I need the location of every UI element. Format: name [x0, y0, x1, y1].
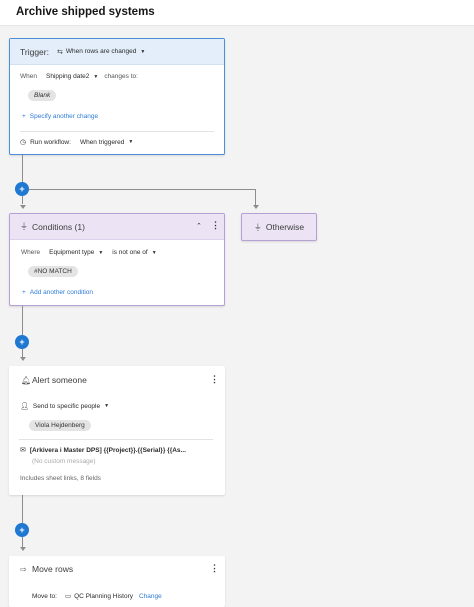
otherwise-label: Otherwise: [265, 222, 305, 232]
filter-icon: ⏚: [20, 222, 28, 231]
plus-icon: +: [22, 113, 26, 120]
where-label: Where: [21, 249, 41, 256]
alert-block[interactable]: 🔔︎ Alert someone ⋮ 👤︎ Send to specific p…: [9, 366, 225, 495]
workflow-canvas: Trigger: ⇆ When rows are changed ▼ When …: [0, 26, 474, 607]
divider: [20, 131, 214, 132]
add-condition-label[interactable]: Add another condition: [30, 289, 93, 296]
when-label: When: [20, 73, 37, 80]
specify-change-label[interactable]: Specify another change: [30, 113, 98, 120]
alert-title: Alert someone: [32, 375, 87, 385]
clock-icon: ◷: [20, 139, 27, 146]
chevron-down-icon[interactable]: ▼: [98, 250, 103, 256]
chevron-down-icon[interactable]: ▼: [104, 403, 109, 409]
arrow-down-icon: [19, 357, 26, 361]
add-step-button[interactable]: +: [15, 523, 29, 537]
message-placeholder: (No custom message): [32, 458, 96, 465]
branch-connector-down: [255, 189, 256, 205]
add-step-button[interactable]: +: [15, 182, 29, 196]
email-icon: ✉: [20, 447, 26, 454]
move-to-row: Move to: ▭ QC Planning History Change: [32, 592, 162, 601]
move-rows-icon: ⇨: [20, 565, 27, 574]
changes-to-label: changes to:: [104, 73, 138, 80]
move-to-label: Move to:: [32, 592, 57, 600]
trigger-label: Trigger:: [20, 46, 49, 57]
target-sheet-name: QC Planning History: [74, 592, 133, 600]
run-workflow-dropdown[interactable]: When triggered: [80, 139, 124, 146]
email-subject: [Arkivera i Master DPS] {{Project}}.{{Se…: [29, 446, 186, 454]
run-workflow-label: Run workflow:: [30, 138, 71, 146]
swap-icon: ⇆: [56, 48, 63, 56]
chevron-down-icon[interactable]: ▼: [93, 74, 98, 80]
change-sheet-link[interactable]: Change: [139, 593, 162, 600]
recipients-dropdown[interactable]: Send to specific people: [33, 403, 100, 410]
add-condition-link[interactable]: + Add another condition: [22, 289, 93, 296]
chevron-up-icon[interactable]: ⌃: [196, 222, 202, 230]
recipient-chip[interactable]: Viola Hejdenberg: [29, 420, 91, 431]
conditions-block[interactable]: ⏚ Conditions (1) ⌃ ⋮ Where Equipment typ…: [9, 213, 225, 306]
connector-line: [22, 495, 23, 547]
conditions-header: ⏚ Conditions (1) ⌃ ⋮: [10, 214, 224, 240]
branch-connector: [29, 189, 255, 190]
workflow-title: Archive shipped systems: [16, 6, 155, 18]
condition-value-chip[interactable]: #NO MATCH: [28, 266, 78, 277]
email-subject-row[interactable]: ✉ [Arkivera i Master DPS] {{Project}}.{{…: [20, 446, 186, 455]
more-options-icon[interactable]: ⋮: [210, 374, 219, 385]
arrow-down-icon: [19, 205, 26, 209]
specify-change-link[interactable]: + Specify another change: [22, 113, 98, 120]
trigger-event-dropdown[interactable]: When rows are changed: [66, 48, 136, 55]
move-rows-block[interactable]: ⇨ Move rows ⋮ Move to: ▭ QC Planning His…: [9, 556, 225, 607]
arrow-down-icon: [19, 547, 26, 551]
condition-field-dropdown[interactable]: Equipment type: [49, 249, 94, 256]
field-dropdown[interactable]: Shipping date2: [46, 73, 89, 80]
plus-icon: +: [22, 289, 26, 296]
more-options-icon[interactable]: ⋮: [211, 220, 220, 231]
chevron-down-icon[interactable]: ▼: [152, 250, 157, 256]
trigger-header: Trigger: ⇆ When rows are changed ▼: [10, 39, 224, 65]
run-workflow-row: ◷ Run workflow: When triggered ▼: [20, 138, 133, 147]
trigger-block[interactable]: Trigger: ⇆ When rows are changed ▼ When …: [9, 38, 225, 155]
connector-line: [22, 155, 23, 204]
move-rows-title: Move rows: [32, 564, 74, 574]
trigger-condition-row: When Shipping date2 ▼ changes to:: [20, 73, 138, 80]
condition-row: Where Equipment type ▼ is not one of ▼: [21, 249, 157, 256]
connector-line: [22, 306, 23, 357]
more-options-icon[interactable]: ⋮: [210, 563, 219, 574]
otherwise-block[interactable]: ⏚ Otherwise: [241, 213, 317, 241]
person-add-icon: 👤︎: [20, 403, 29, 410]
includes-info: Includes sheet links, 8 fields: [20, 475, 101, 482]
recipients-row: 👤︎ Send to specific people ▼: [20, 402, 109, 411]
blank-value-chip[interactable]: Blank: [28, 90, 57, 101]
divider: [19, 439, 213, 440]
chevron-down-icon[interactable]: ▼: [140, 49, 145, 55]
sheet-icon: ▭: [64, 593, 72, 600]
add-step-button[interactable]: +: [15, 335, 29, 349]
condition-operator-dropdown[interactable]: is not one of: [112, 249, 147, 256]
bell-icon: 🔔︎: [21, 376, 32, 385]
chevron-down-icon[interactable]: ▼: [128, 139, 133, 145]
arrow-down-icon: [252, 205, 259, 209]
conditions-title: Conditions (1): [32, 221, 85, 232]
app-header: Archive shipped systems: [0, 0, 474, 26]
filter-icon: ⏚: [253, 222, 262, 232]
